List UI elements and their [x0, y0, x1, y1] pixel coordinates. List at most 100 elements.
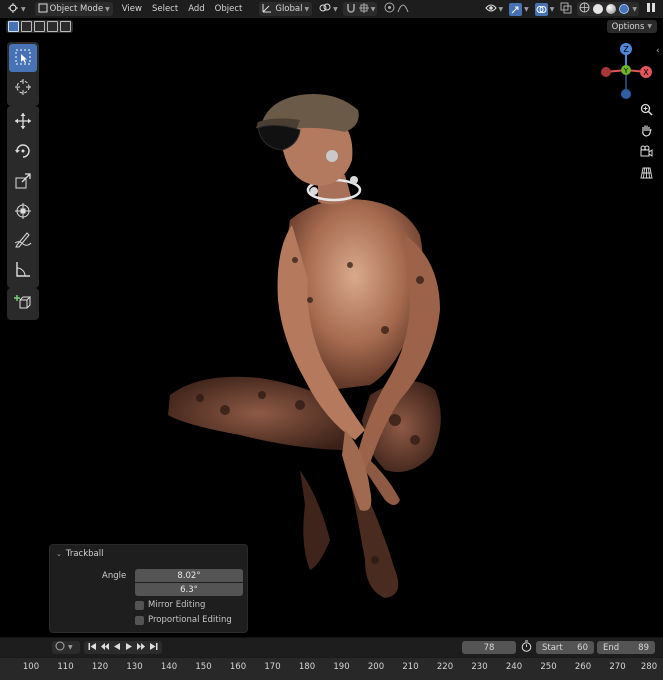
snap-group: ▼	[342, 2, 378, 17]
scale-icon	[14, 172, 32, 193]
gizmo-z-label: Z	[623, 45, 629, 54]
orientation-dropdown[interactable]: Global ▼	[259, 2, 313, 16]
sidebar-arrow-icon[interactable]: ‹	[656, 46, 660, 56]
select-extend-icon[interactable]	[21, 21, 32, 32]
angle-field-2[interactable]: 6.3°	[135, 583, 243, 596]
editor-type-button[interactable]: ▼	[4, 2, 29, 16]
frame-tick: 150	[195, 662, 212, 672]
cursor-tool[interactable]	[9, 74, 37, 102]
selection-mode-group	[6, 20, 73, 33]
pan-button[interactable]	[638, 124, 654, 140]
play-reverse-icon[interactable]	[113, 642, 121, 654]
stopwatch-button[interactable]	[519, 640, 533, 655]
frame-tick: 160	[229, 662, 247, 672]
zoom-button[interactable]	[638, 103, 654, 119]
navigation-gizmo[interactable]: Z Y X	[594, 40, 658, 104]
transform-tool[interactable]	[9, 198, 37, 226]
gizmo-neg-z-axis[interactable]	[621, 89, 631, 99]
editor-type-icon	[7, 2, 19, 17]
annotate-tool[interactable]	[9, 226, 37, 254]
gizmo-neg-x-axis[interactable]	[601, 67, 611, 77]
camera-icon	[640, 145, 653, 161]
menu-select[interactable]: Select	[147, 4, 183, 14]
operator-panel-header[interactable]: ⌄ Trackball	[56, 549, 103, 559]
frame-tick: 100	[22, 662, 40, 672]
current-frame-field[interactable]: 78	[462, 641, 516, 654]
select-intersect-icon[interactable]	[47, 21, 58, 32]
scale-tool[interactable]	[9, 168, 37, 196]
frame-tick: 130	[126, 662, 143, 672]
jump-end-icon[interactable]	[149, 642, 158, 654]
add-cube-tool[interactable]	[9, 290, 37, 318]
proportional-editing-checkbox[interactable]: Proportional Editing	[135, 615, 232, 625]
gizmo-toggle[interactable]: ▼	[506, 2, 532, 16]
transform-icon	[14, 202, 32, 223]
move-tool[interactable]	[9, 108, 37, 136]
angle-label: Angle	[102, 571, 127, 581]
start-frame-field[interactable]: Start 60	[536, 641, 594, 654]
add-cube-icon	[14, 294, 32, 315]
snap-toggle-icon[interactable]	[345, 2, 357, 17]
overlay-toggle[interactable]: ▼	[532, 2, 558, 16]
timeline-ruler[interactable]: 100 110 120 130 140 150 160 170 180 190 …	[0, 657, 663, 680]
menu-view[interactable]: View	[117, 4, 147, 14]
select-new-icon[interactable]	[8, 21, 19, 32]
menu-object[interactable]: Object	[210, 4, 248, 14]
chevron-down-icon: ▼	[21, 5, 26, 13]
frame-tick: 240	[505, 662, 523, 672]
hand-icon	[640, 124, 653, 140]
perspective-toggle-button[interactable]	[638, 166, 654, 182]
stopwatch-icon	[521, 640, 532, 655]
select-subtract-icon[interactable]	[34, 21, 45, 32]
next-keyframe-icon[interactable]	[136, 642, 146, 654]
zoom-icon	[640, 103, 653, 119]
frame-tick: 120	[91, 662, 109, 672]
rotate-icon	[14, 142, 32, 163]
proportional-editing-button[interactable]	[381, 2, 412, 16]
select-invert-icon[interactable]	[60, 21, 71, 32]
frame-tick: 200	[367, 662, 385, 672]
chevron-down-icon: ▼	[370, 5, 376, 13]
angle-field-1[interactable]: 8.02°	[135, 569, 243, 582]
prev-keyframe-icon[interactable]	[100, 642, 110, 654]
toolbar-add-group	[7, 288, 39, 320]
orientation-label: Global	[275, 4, 303, 14]
menu-add[interactable]: Add	[183, 4, 209, 14]
mirror-editing-checkbox[interactable]: Mirror Editing	[135, 600, 205, 610]
timeline-header: ▼ 78 Start 60 End 89	[0, 637, 663, 657]
shading-wireframe-icon[interactable]	[579, 2, 590, 16]
shading-solid-icon[interactable]	[593, 4, 604, 14]
measure-tool[interactable]	[9, 256, 37, 284]
shading-rendered-icon[interactable]	[619, 4, 630, 14]
object-mode-dropdown[interactable]: Object Mode ▼	[34, 2, 113, 16]
object-mode-icon	[38, 3, 48, 16]
end-label: End	[603, 642, 620, 653]
proportional-falloff-icon	[397, 2, 409, 16]
chevron-down-icon: ▼	[498, 5, 504, 13]
jump-start-icon[interactable]	[88, 642, 97, 654]
pivot-dropdown[interactable]: ▼	[316, 2, 341, 16]
keying-dropdown[interactable]: ▼	[52, 641, 80, 654]
frame-tick: 280	[640, 662, 658, 672]
pause-icon	[646, 2, 656, 16]
play-icon[interactable]	[125, 642, 133, 654]
frame-tick: 190	[333, 662, 350, 672]
camera-view-button[interactable]	[638, 145, 654, 161]
annotate-icon	[14, 230, 32, 251]
select-box-tool[interactable]	[9, 44, 37, 72]
snap-target-icon[interactable]	[358, 2, 370, 17]
xray-toggle[interactable]	[557, 2, 575, 16]
end-frame-field[interactable]: End 89	[597, 641, 655, 654]
frame-tick: 260	[574, 662, 592, 672]
options-dropdown[interactable]: Options ▼	[606, 20, 657, 33]
rotate-tool[interactable]	[9, 138, 37, 166]
gizmo-x-label: X	[643, 68, 649, 77]
frame-tick: 170	[264, 662, 281, 672]
shading-material-icon[interactable]	[606, 4, 617, 14]
cursor-icon	[14, 78, 32, 99]
toolbar-transform-group	[7, 106, 39, 234]
checkbox-box	[135, 615, 144, 625]
chevron-down-icon: ▼	[524, 5, 529, 13]
sidebar-toggle-button[interactable]	[643, 2, 659, 16]
visibility-dropdown[interactable]: ▼	[482, 2, 507, 16]
